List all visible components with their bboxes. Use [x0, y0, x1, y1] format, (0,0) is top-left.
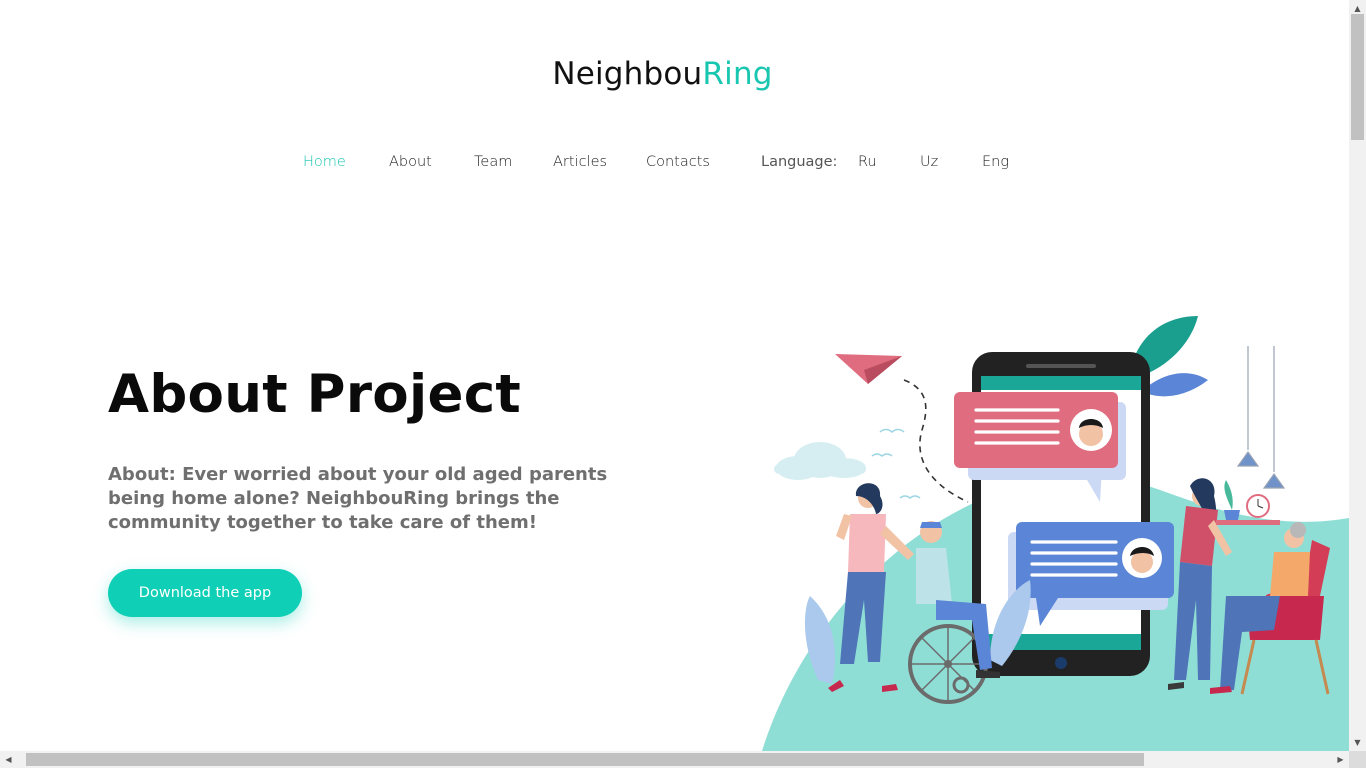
hero-description: About: Ever worried about your old aged …: [108, 464, 608, 533]
vertical-scroll-thumb[interactable]: [1351, 14, 1364, 140]
site-logo[interactable]: NeighbouRing: [0, 56, 1325, 92]
community-care-illustration: [762, 316, 1349, 751]
logo-part-neighbou: Neighbou: [552, 56, 703, 92]
main-nav: Home About Team Articles Contacts Langua…: [0, 154, 1349, 174]
scrollbar-corner: [1349, 751, 1366, 768]
horizontal-scroll-thumb[interactable]: [26, 753, 1144, 766]
language-label: Language:: [761, 154, 838, 170]
hero-title: About Project: [108, 364, 522, 425]
birds-icon: [871, 428, 921, 499]
nav-articles-link[interactable]: Articles: [553, 154, 607, 170]
cloud-icon: [774, 442, 866, 480]
scroll-left-arrow-icon[interactable]: ◀: [0, 751, 17, 768]
vertical-scrollbar[interactable]: ▲ ▼: [1349, 0, 1366, 751]
download-app-button[interactable]: Download the app: [108, 569, 302, 617]
paper-plane-icon: [835, 354, 969, 503]
horizontal-scrollbar[interactable]: ◀ ▶: [0, 751, 1366, 768]
scroll-right-arrow-icon[interactable]: ▶: [1332, 751, 1349, 768]
scroll-down-arrow-icon[interactable]: ▼: [1349, 734, 1366, 751]
hanging-lamps: [1236, 346, 1286, 489]
nav-about-link[interactable]: About: [389, 154, 432, 170]
nav-team-link[interactable]: Team: [474, 154, 512, 170]
nav-home-link[interactable]: Home: [303, 154, 346, 170]
lang-eng-link[interactable]: Eng: [982, 154, 1009, 170]
nav-contacts-link[interactable]: Contacts: [646, 154, 710, 170]
lang-ru-link[interactable]: Ru: [858, 154, 877, 170]
page: NeighbouRing Home About Team Articles Co…: [0, 0, 1349, 751]
logo-part-ring: Ring: [702, 56, 773, 92]
lang-uz-link[interactable]: Uz: [920, 154, 938, 170]
